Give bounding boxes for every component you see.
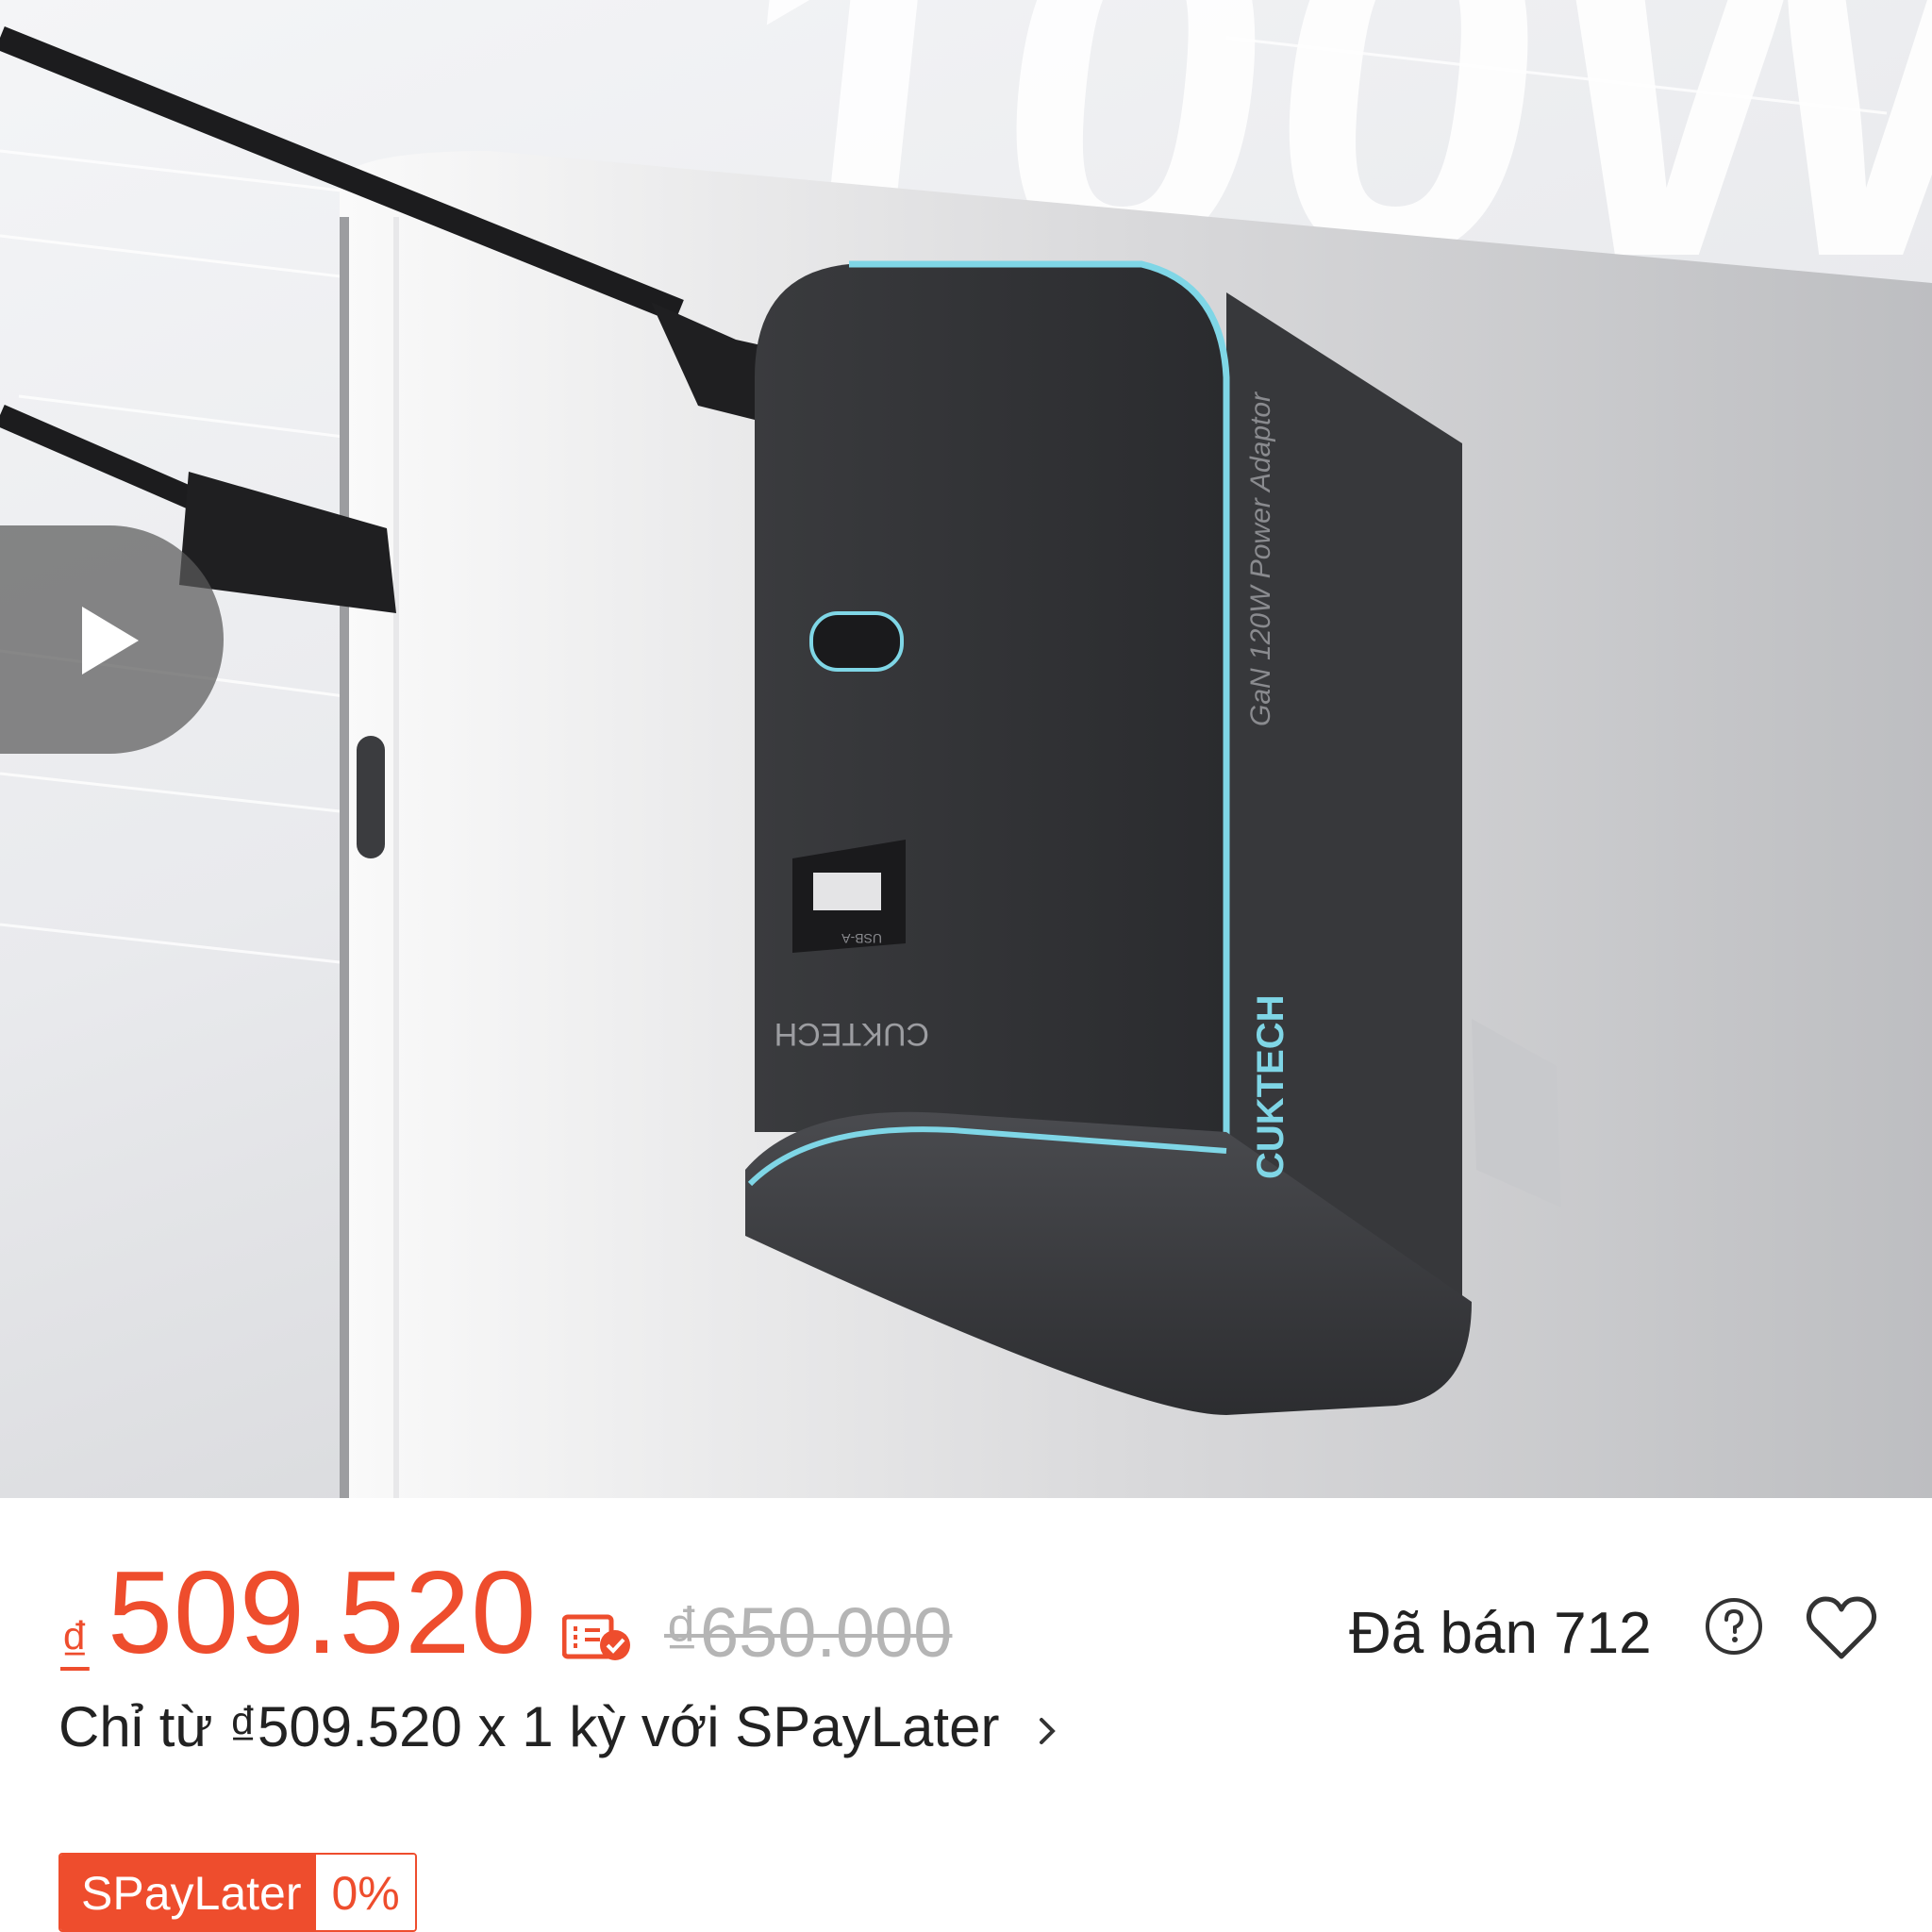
sale-price: 509.520: [108, 1548, 538, 1678]
spaylater-tag: SPayLater 0%: [58, 1853, 417, 1932]
tag-rate: 0%: [316, 1855, 415, 1930]
voucher-icon: [562, 1614, 630, 1660]
installment-text: Chỉ từ ₫509.520 x 1 kỳ với: [58, 1695, 720, 1758]
port-label: USB-A: [841, 931, 882, 946]
original-price: ₫650.000: [664, 1593, 953, 1672]
heart-icon[interactable]: [1804, 1592, 1879, 1664]
product-info: ₫ 509.520 ₫650.000 Đã bán 712 Chỉ từ ₫50…: [0, 1498, 1932, 1932]
product-illustration: 100W GaN 120W Power Adaptor CUKTECH CUKT…: [0, 0, 1932, 1498]
charger-front-brand: CUKTECH: [774, 1016, 929, 1052]
play-video-button[interactable]: [0, 525, 224, 754]
charger-brand-text: CUKTECH: [1250, 994, 1291, 1179]
tag-provider: SPayLater: [60, 1855, 317, 1930]
charger-side-text: GaN 120W Power Adaptor: [1245, 391, 1276, 726]
play-icon: [82, 607, 139, 675]
installment-provider: SPayLater: [735, 1695, 1000, 1758]
installment-link[interactable]: Chỉ từ ₫509.520 x 1 kỳ với SPayLater: [58, 1694, 1062, 1759]
currency-symbol: ₫: [60, 1610, 90, 1674]
price-row: ₫ 509.520 ₫650.000 Đã bán 712: [60, 1555, 1909, 1696]
product-image[interactable]: 100W GaN 120W Power Adaptor CUKTECH CUKT…: [0, 0, 1932, 1498]
help-icon[interactable]: [1704, 1596, 1764, 1657]
sold-count: Đã bán 712: [1349, 1601, 1652, 1666]
chevron-right-icon: [1040, 1718, 1056, 1745]
